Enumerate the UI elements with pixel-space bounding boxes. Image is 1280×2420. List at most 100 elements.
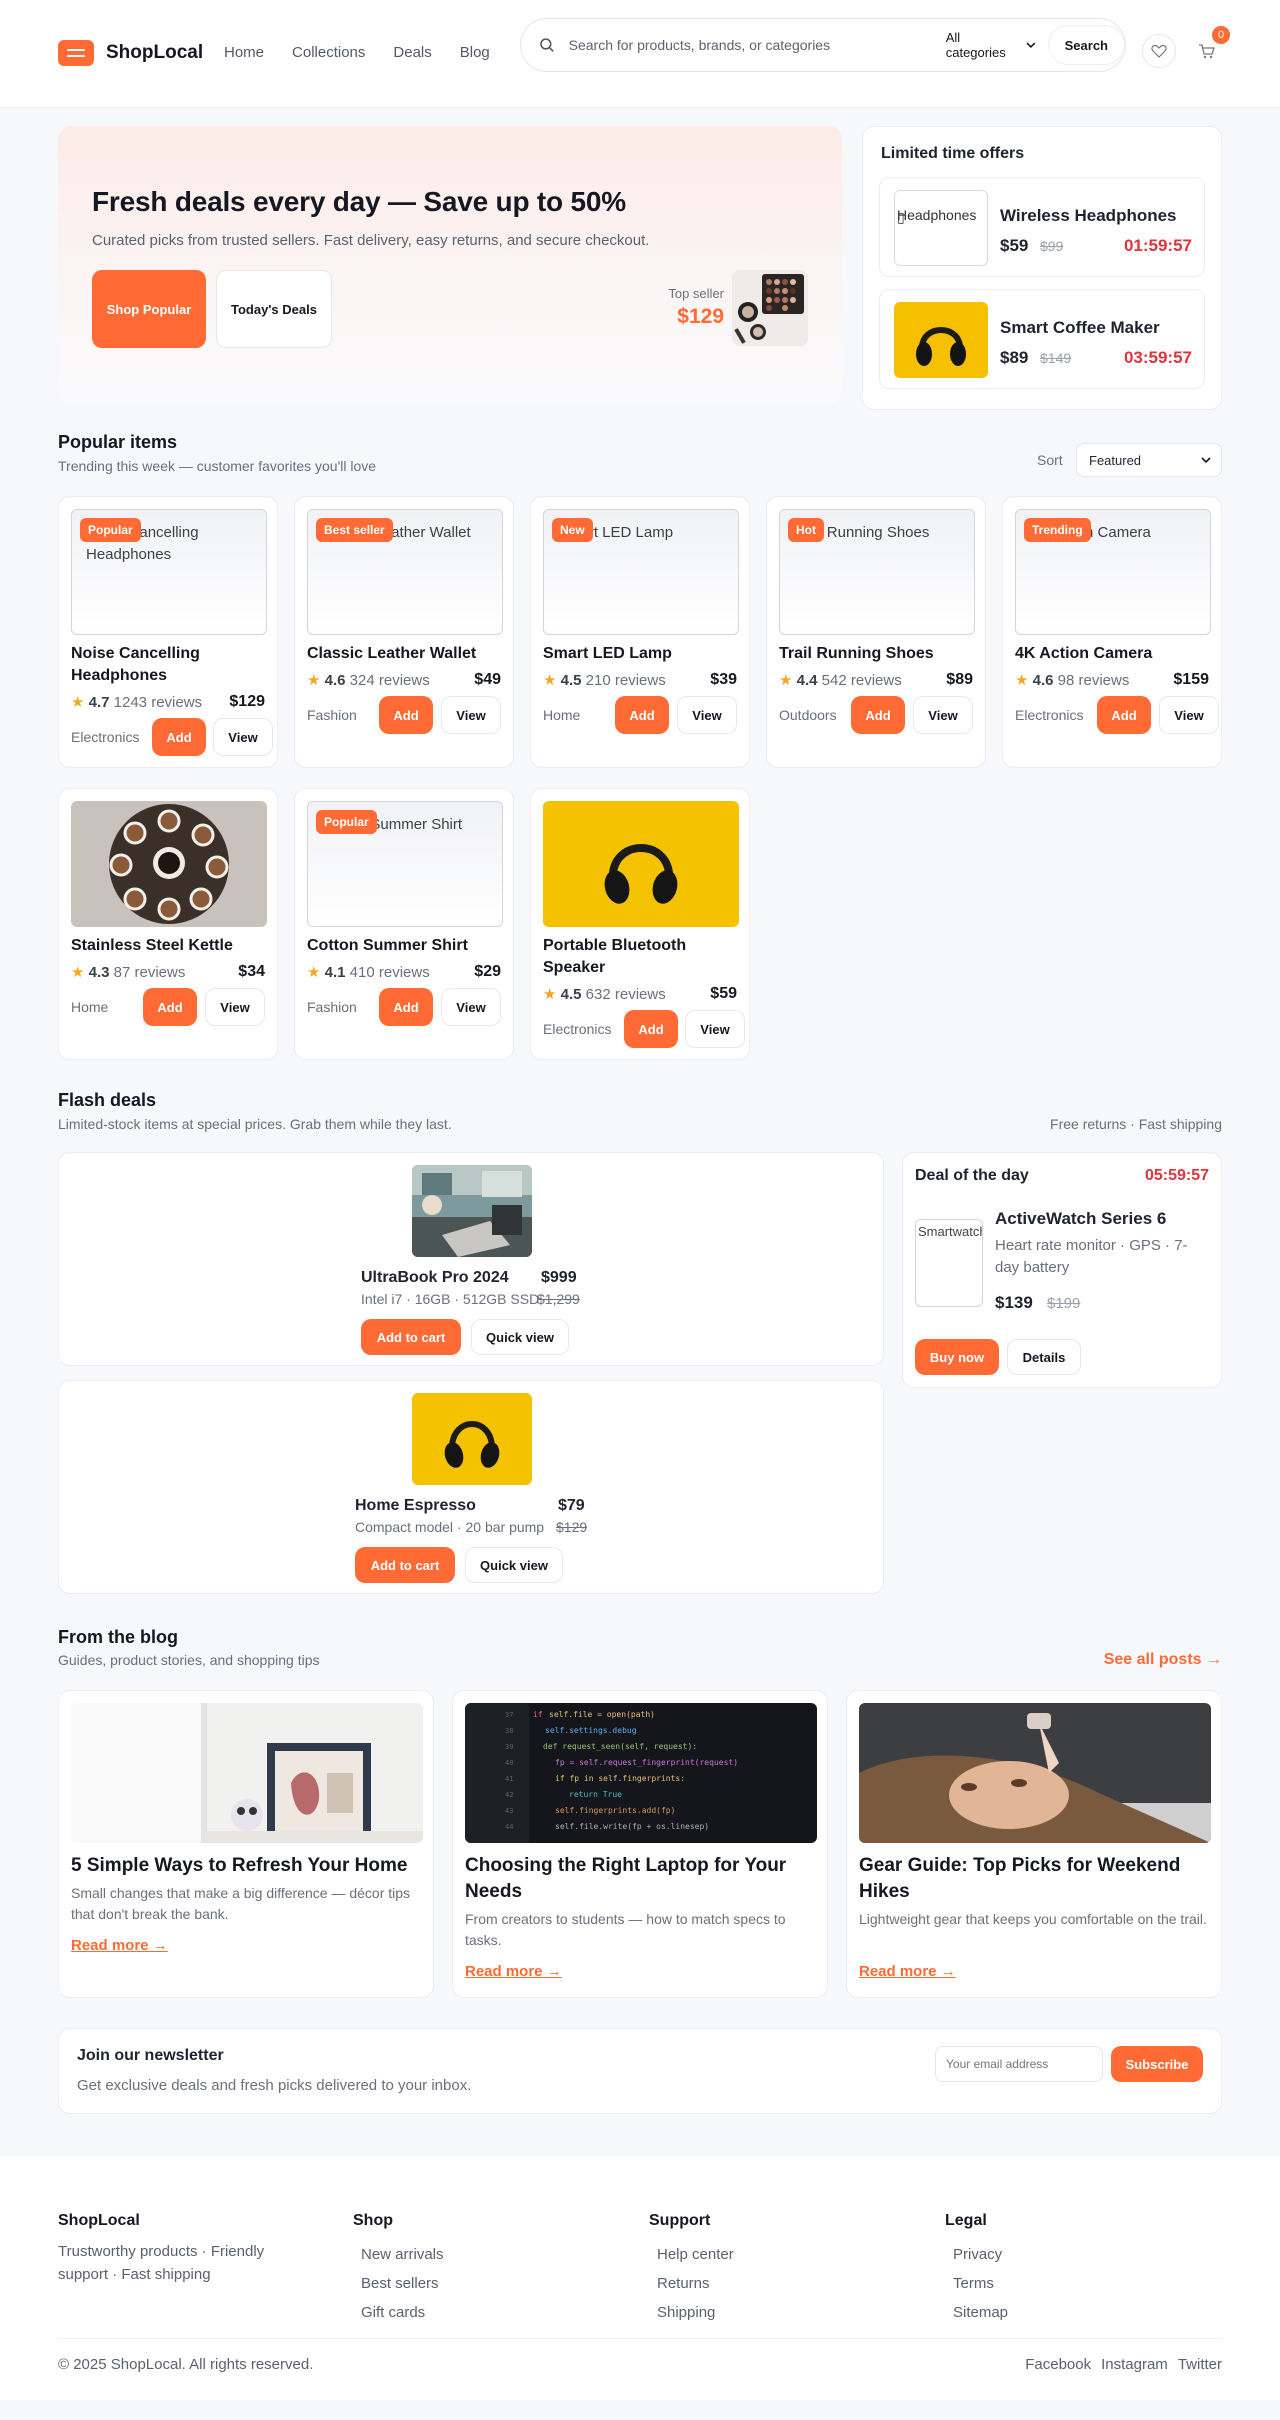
add-to-cart-button[interactable]: Add	[615, 696, 669, 734]
read-more-link[interactable]: Read more →	[465, 1963, 562, 1980]
blog-card[interactable]: 5 Simple Ways to Refresh Your Home Small…	[58, 1690, 434, 1998]
newsletter-email-input[interactable]	[935, 2046, 1103, 2082]
nav-collections[interactable]: Collections	[292, 44, 365, 61]
product-rating: 4.7	[88, 694, 110, 711]
footer-link[interactable]: Help center	[649, 2240, 734, 2269]
blog-card[interactable]: Gear Guide: Top Picks for Weekend Hikes …	[846, 1690, 1222, 1998]
footer-link[interactable]: Gift cards	[353, 2298, 444, 2327]
nav-blog[interactable]: Blog	[460, 44, 490, 61]
add-to-cart-button[interactable]: Add	[624, 1010, 678, 1048]
product-price: $34	[238, 963, 265, 980]
subscribe-button[interactable]: Subscribe	[1111, 2046, 1203, 2082]
add-to-cart-button[interactable]: Add	[152, 718, 206, 756]
newsletter-panel: Join our newsletter Get exclusive deals …	[58, 2028, 1222, 2114]
search-input[interactable]	[568, 37, 940, 53]
footer-link[interactable]: Shipping	[649, 2298, 734, 2327]
view-product-button[interactable]: View	[685, 1010, 745, 1048]
product-name: Cotton Summer Shirt	[307, 937, 468, 954]
quick-view-button[interactable]: Quick view	[471, 1319, 569, 1355]
svg-text:fp = self.request_fingerprint(: fp = self.request_fingerprint(request)	[555, 1758, 738, 1767]
add-to-cart-button[interactable]: Add	[379, 696, 433, 734]
instagram-link[interactable]: Instagram	[1101, 2356, 1168, 2373]
product-card[interactable]: Noise Cancelling Headphones Popular Nois…	[58, 496, 278, 768]
product-card[interactable]: Smart LED Lamp New Smart LED Lamp ★ 4.5 …	[530, 496, 750, 768]
social-links: Facebook Instagram Twitter	[1025, 2356, 1222, 2373]
offer-card[interactable]: Smart Coffee Maker $89 $149 03:59:57	[879, 289, 1205, 389]
quick-view-button[interactable]: Quick view	[465, 1547, 563, 1583]
product-category: Home	[71, 999, 109, 1015]
add-to-cart-button[interactable]: Add	[379, 988, 433, 1026]
svg-text:38: 38	[505, 1727, 513, 1735]
product-card[interactable]: Cotton Summer Shirt Popular Cotton Summe…	[294, 788, 514, 1060]
product-card[interactable]: Trail Running Shoes Hot Trail Running Sh…	[766, 496, 986, 768]
svg-text:42: 42	[505, 1791, 513, 1799]
buy-now-button[interactable]: Buy now	[915, 1339, 999, 1375]
facebook-link[interactable]: Facebook	[1025, 2356, 1091, 2373]
top-seller-image[interactable]	[732, 270, 808, 346]
see-all-posts-link[interactable]: See all posts →	[1104, 1651, 1222, 1669]
view-product-button[interactable]: View	[677, 696, 737, 734]
view-product-button[interactable]: View	[205, 988, 265, 1026]
product-rating-row: ★ 4.6 98 reviews $159	[1015, 671, 1209, 689]
product-category: Fashion	[307, 707, 357, 723]
product-price: $159	[1173, 671, 1209, 688]
wishlist-button[interactable]	[1142, 34, 1176, 68]
product-rating: 4.1	[324, 964, 346, 981]
main-nav: Home Collections Deals Blog	[224, 44, 490, 61]
view-product-button[interactable]: View	[913, 696, 973, 734]
search-button[interactable]: Search	[1047, 25, 1125, 65]
cart-button[interactable]: 0	[1190, 24, 1232, 68]
deal-details-button[interactable]: Details	[1007, 1339, 1081, 1375]
footer-link[interactable]: Returns	[649, 2269, 734, 2298]
footer-brand: ShopLocal Trustworthy products · Friendl…	[58, 2212, 308, 2286]
deal-of-the-day: Deal of the day 05:59:57 Smartwatch Acti…	[902, 1152, 1222, 1388]
offer-card[interactable]: ▯ Headphones Wireless Headphones $59 $99…	[879, 177, 1205, 277]
shop-popular-button[interactable]: Shop Popular	[92, 270, 206, 348]
category-select[interactable]: All categories	[946, 30, 1036, 60]
read-more-link[interactable]: Read more →	[859, 1963, 956, 1980]
view-product-button[interactable]: View	[441, 988, 501, 1026]
view-product-button[interactable]: View	[213, 718, 273, 756]
flash-deal-price: $79	[558, 1497, 585, 1514]
flash-deal-card[interactable]: UltraBook Pro 2024 $999 Intel i7 · 16GB …	[58, 1152, 884, 1366]
add-to-cart-button[interactable]: Add	[851, 696, 905, 734]
footer-link[interactable]: New arrivals	[353, 2240, 444, 2269]
footer-link[interactable]: Terms	[945, 2269, 1008, 2298]
view-product-button[interactable]: View	[441, 696, 501, 734]
flash-deal-card[interactable]: Home Espresso $79 Compact model · 20 bar…	[58, 1380, 884, 1594]
read-more-link[interactable]: Read more →	[71, 1937, 168, 1954]
footer-column-title: Legal	[945, 2212, 987, 2229]
product-image	[71, 801, 267, 927]
footer-link[interactable]: Privacy	[945, 2240, 1008, 2269]
nav-deals[interactable]: Deals	[393, 44, 431, 61]
product-name: Classic Leather Wallet	[307, 645, 477, 662]
product-card[interactable]: 4K Action Camera Trending 4K Action Came…	[1002, 496, 1222, 768]
footer-link[interactable]: Best sellers	[353, 2269, 444, 2298]
add-to-cart-button[interactable]: Add	[143, 988, 197, 1026]
product-rating-row: ★ 4.5 632 reviews $59	[543, 985, 737, 1003]
product-card[interactable]: Stainless Steel Kettle ★ 4.3 87 reviews …	[58, 788, 278, 1060]
add-to-cart-button[interactable]: Add to cart	[355, 1547, 455, 1583]
sort-select[interactable]: Featured	[1076, 443, 1222, 477]
hero-subtitle: Curated picks from trusted sellers. Fast…	[92, 232, 650, 249]
svg-text:40: 40	[505, 1759, 513, 1767]
add-to-cart-button[interactable]: Add to cart	[361, 1319, 461, 1355]
nav-home[interactable]: Home	[224, 44, 264, 61]
blog-card[interactable]: if self.file = open(path) self.settings.de…	[452, 1690, 828, 1998]
offer-old-price: $99	[1040, 238, 1064, 254]
product-card[interactable]: Classic Leather Wallet Best seller Class…	[294, 496, 514, 768]
view-product-button[interactable]: View	[1159, 696, 1219, 734]
product-card[interactable]: Portable Bluetooth Speaker ★ 4.5 632 rev…	[530, 788, 750, 1060]
twitter-link[interactable]: Twitter	[1178, 2356, 1222, 2373]
flash-deal-old-price: $1,299	[537, 1291, 580, 1307]
deal-thumbnail: Smartwatch	[915, 1219, 983, 1307]
add-to-cart-button[interactable]: Add	[1097, 696, 1151, 734]
blog-image: if self.file = open(path) self.settings.de…	[465, 1703, 817, 1843]
footer-tagline: Trustworthy products · Friendly support …	[58, 2243, 265, 2283]
todays-deals-button[interactable]: Today's Deals	[216, 270, 332, 348]
blog-post-title: 5 Simple Ways to Refresh Your Home	[71, 1855, 408, 1876]
logo[interactable]: ShopLocal	[58, 40, 203, 66]
footer-link[interactable]: Sitemap	[945, 2298, 1008, 2327]
product-rating-row: ★ 4.6 324 reviews $49	[307, 671, 501, 689]
deal-product-desc: Heart rate monitor · GPS · 7-day battery	[995, 1237, 1188, 1276]
